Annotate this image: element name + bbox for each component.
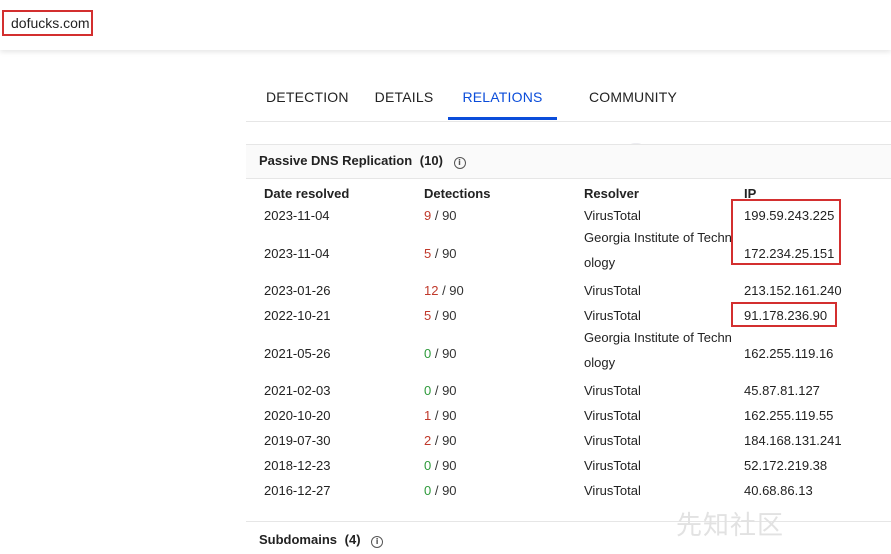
passive-dns-title: Passive DNS Replication (10) i xyxy=(259,153,466,169)
tab-details-label: DETAILS xyxy=(374,89,434,105)
detection-total: / 90 xyxy=(431,408,457,423)
tab-bar: DETECTION DETAILS RELATIONS COMMUNITY3 xyxy=(246,70,891,161)
column-header-resolver[interactable]: Resolver xyxy=(584,186,639,201)
tab-detection-label: DETECTION xyxy=(266,89,349,105)
table-row[interactable]: 2020-10-20 1 / 90 VirusTotal 162.255.119.55 xyxy=(264,408,891,433)
date-resolved-cell: 2022-10-21 xyxy=(264,308,331,323)
highlight-box-ip-single xyxy=(731,302,837,327)
detections-cell[interactable]: 0 / 90 xyxy=(424,346,457,361)
subdomains-count: (4) xyxy=(344,532,361,547)
subdomains-header[interactable]: Subdomains (4) i xyxy=(246,521,891,554)
tab-relations-label: RELATIONS xyxy=(462,89,543,105)
table-row[interactable]: 2021-05-26 0 / 90 Georgia Institute of Tec… xyxy=(264,330,891,383)
resolver-cell: VirusTotal xyxy=(584,208,641,223)
detection-total: / 90 xyxy=(431,433,457,448)
ip-link[interactable]: 213.152.161.240 xyxy=(744,283,842,298)
ip-link[interactable]: 52.172.219.38 xyxy=(744,458,827,473)
highlight-box-ip-group xyxy=(731,199,841,265)
date-resolved-cell: 2021-05-26 xyxy=(264,346,331,361)
info-icon[interactable]: i xyxy=(371,536,384,548)
ip-link[interactable]: 162.255.119.55 xyxy=(744,408,833,423)
resolver-cell: Georgia Institute of Technology xyxy=(584,330,732,370)
resolver-cell: VirusTotal xyxy=(584,458,641,473)
date-resolved-cell: 2018-12-23 xyxy=(264,458,331,473)
passive-dns-header[interactable]: Passive DNS Replication (10) i xyxy=(246,144,891,179)
tab-detection[interactable]: DETECTION xyxy=(266,70,349,119)
column-header-detections[interactable]: Detections xyxy=(424,186,490,201)
detections-cell[interactable]: 12 / 90 xyxy=(424,283,464,298)
ip-link[interactable]: 40.68.86.13 xyxy=(744,483,813,498)
detection-total: / 90 xyxy=(431,483,457,498)
detections-cell[interactable]: 5 / 90 xyxy=(424,246,457,261)
column-header-date[interactable]: Date resolved xyxy=(264,186,349,201)
detection-total: / 90 xyxy=(431,346,457,361)
table-row[interactable]: 2021-02-03 0 / 90 VirusTotal 45.87.81.127 xyxy=(264,383,891,408)
passive-dns-title-text: Passive DNS Replication xyxy=(259,153,413,168)
detection-count: 12 xyxy=(424,283,439,298)
detection-total: / 90 xyxy=(431,246,457,261)
resolver-cell: VirusTotal xyxy=(584,483,641,498)
detection-total: / 90 xyxy=(438,283,464,298)
detections-cell[interactable]: 5 / 90 xyxy=(424,308,457,323)
detections-cell[interactable]: 0 / 90 xyxy=(424,458,457,473)
date-resolved-cell: 2023-01-26 xyxy=(264,283,331,298)
ip-link[interactable]: 184.168.131.241 xyxy=(744,433,842,448)
watermark: 先知社区 xyxy=(676,511,785,541)
detection-total: / 90 xyxy=(431,458,457,473)
detections-cell[interactable]: 1 / 90 xyxy=(424,408,457,423)
resolver-cell: VirusTotal xyxy=(584,383,641,398)
subdomains-title: Subdomains (4) i xyxy=(259,532,384,548)
ip-link[interactable]: 162.255.119.16 xyxy=(744,346,833,361)
resolver-cell: Georgia Institute of Technology xyxy=(584,230,732,270)
date-resolved-cell: 2016-12-27 xyxy=(264,483,331,498)
tab-community[interactable]: COMMUNITY3 xyxy=(577,70,689,161)
table-row[interactable]: 2018-12-23 0 / 90 VirusTotal 52.172.219.38 xyxy=(264,458,891,483)
detections-cell[interactable]: 2 / 90 xyxy=(424,433,457,448)
tab-details[interactable]: DETAILS xyxy=(374,70,434,119)
detections-cell[interactable]: 0 / 90 xyxy=(424,383,457,398)
resolver-cell: VirusTotal xyxy=(584,283,641,298)
passive-dns-count: (10) xyxy=(419,153,443,168)
table-row[interactable]: 2016-12-27 0 / 90 VirusTotal 40.68.86.13 xyxy=(264,483,891,508)
detection-total: / 90 xyxy=(431,383,457,398)
resolver-cell: VirusTotal xyxy=(584,433,641,448)
detection-total: / 90 xyxy=(431,208,457,223)
info-icon[interactable]: i xyxy=(453,157,466,169)
date-resolved-cell: 2019-07-30 xyxy=(264,433,331,448)
subdomains-title-text: Subdomains xyxy=(259,532,338,547)
active-tab-indicator xyxy=(448,117,557,120)
table-row[interactable]: 2019-07-30 2 / 90 VirusTotal 184.168.131.24… xyxy=(264,433,891,458)
tab-community-label: COMMUNITY xyxy=(588,89,678,105)
ip-link[interactable]: 45.87.81.127 xyxy=(744,383,820,398)
date-resolved-cell: 2023-11-04 xyxy=(264,208,330,223)
detection-total: / 90 xyxy=(431,308,457,323)
top-bar: dofucks.com xyxy=(0,0,891,50)
domain-label: dofucks.com xyxy=(2,10,93,36)
date-resolved-cell: 2021-02-03 xyxy=(264,383,331,398)
tab-relations[interactable]: RELATIONS xyxy=(448,70,557,119)
date-resolved-cell: 2023-11-04 xyxy=(264,246,330,261)
detections-cell[interactable]: 0 / 90 xyxy=(424,483,457,498)
date-resolved-cell: 2020-10-20 xyxy=(264,408,331,423)
resolver-cell: VirusTotal xyxy=(584,408,641,423)
detections-cell[interactable]: 9 / 90 xyxy=(424,208,457,223)
resolver-cell: VirusTotal xyxy=(584,308,641,323)
